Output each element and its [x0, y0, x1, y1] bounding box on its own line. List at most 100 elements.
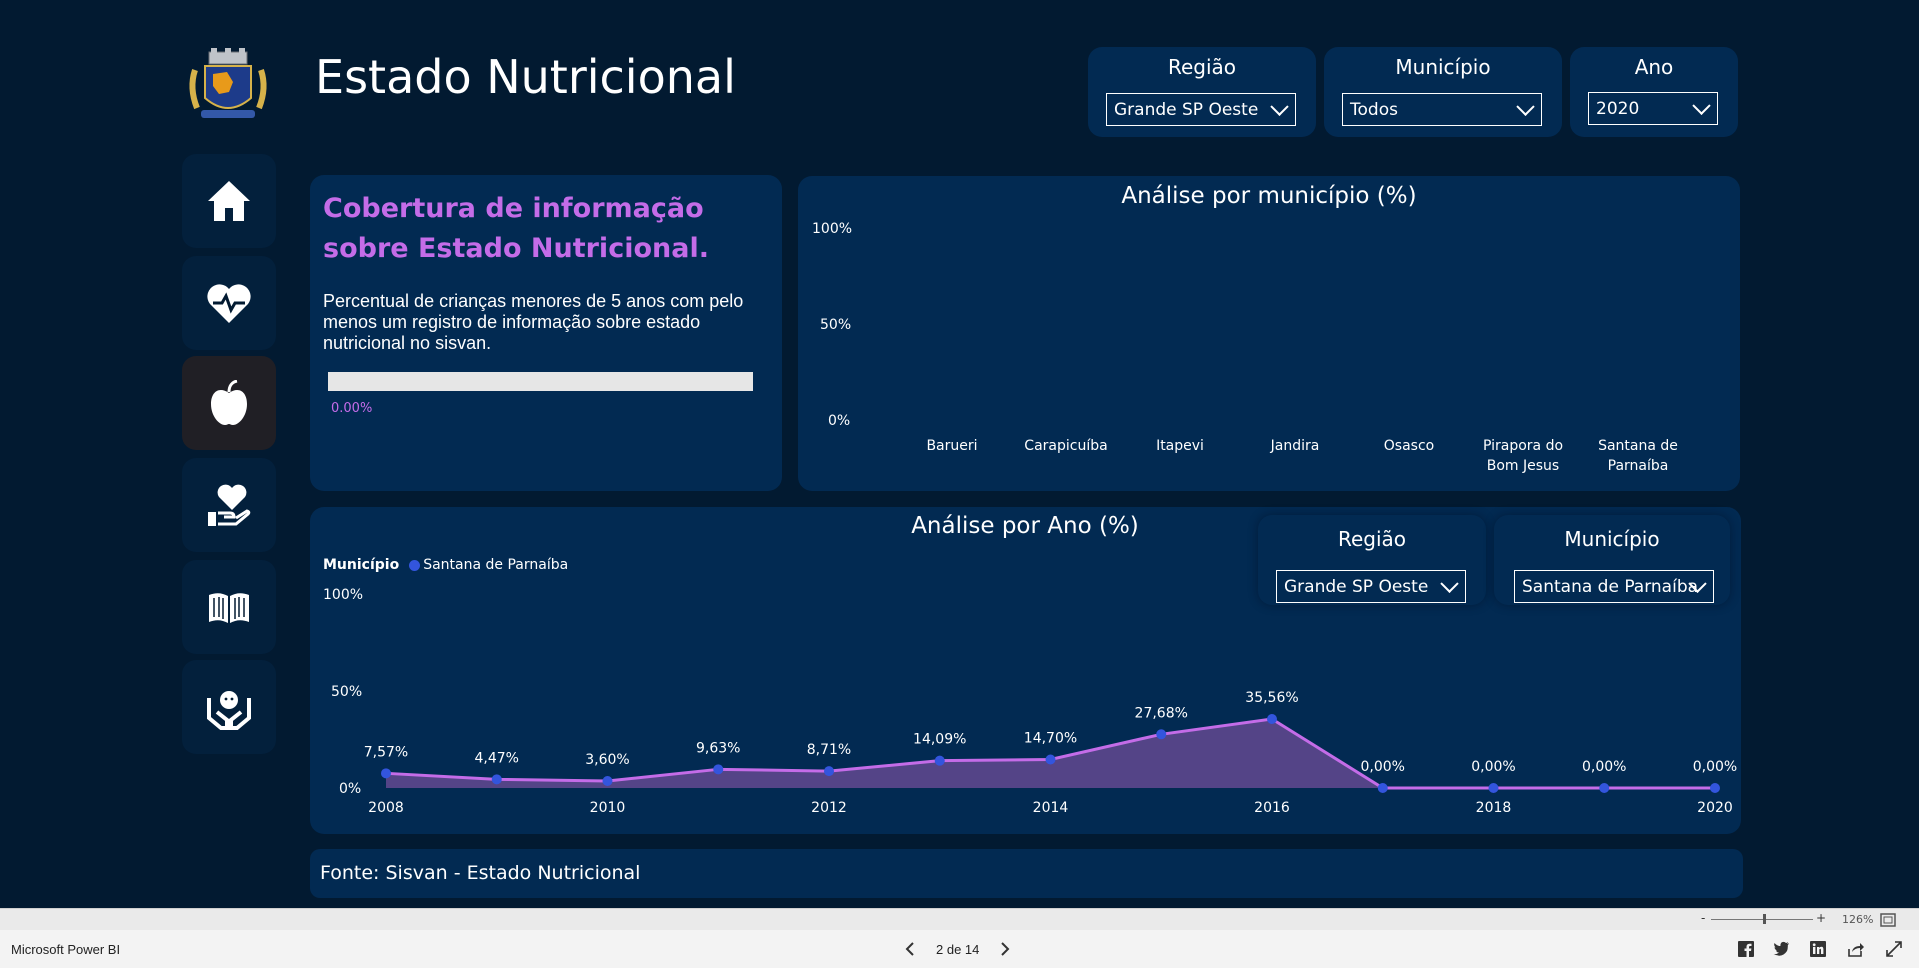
x-tick: 2018 — [1476, 800, 1512, 816]
x-category: Carapicuíba — [1024, 438, 1108, 454]
footer-bar: Microsoft Power BI 2 de 14 — [0, 930, 1919, 968]
x-category: Barueri — [926, 438, 978, 454]
share-icon[interactable] — [1847, 941, 1865, 957]
nav-saude[interactable] — [182, 256, 276, 350]
nav-nutricao[interactable] — [182, 356, 276, 450]
municipio-dropdown[interactable]: Todos — [1342, 93, 1542, 126]
data-label: 0,00% — [1471, 759, 1515, 775]
home-icon — [208, 181, 250, 221]
data-point — [1710, 783, 1720, 793]
x-category: Osasco — [1383, 438, 1435, 454]
data-point — [713, 764, 724, 775]
data-label: 4,47% — [475, 750, 519, 766]
nav-cuidado[interactable] — [182, 458, 276, 552]
status-bar: - + 126% — [0, 908, 1919, 931]
hand-heart-icon — [208, 484, 251, 526]
y-tick: 0% — [828, 413, 851, 429]
coverage-title-2: sobre Estado Nutricional. — [323, 233, 709, 264]
nav-home[interactable] — [182, 154, 276, 248]
zoom-in-button[interactable]: + — [1816, 911, 1826, 925]
regiao-dropdown-value: Grande SP Oeste — [1114, 99, 1259, 120]
apple-icon — [211, 380, 247, 425]
zoom-slider[interactable] — [1711, 914, 1813, 924]
y-tick: 0% — [339, 781, 361, 797]
data-label: 7,57% — [364, 744, 408, 760]
data-point — [824, 766, 834, 777]
coverage-progress-bar — [328, 372, 753, 391]
page-indicator: 2 de 14 — [936, 942, 980, 957]
zoom-slider-handle[interactable] — [1763, 914, 1766, 924]
data-label: 9,63% — [696, 740, 740, 756]
municipio-chart-title: Análise por município (%) — [1121, 183, 1417, 209]
x-tick: 2016 — [1254, 800, 1290, 816]
coverage-title-1: Cobertura de informação — [323, 193, 704, 224]
data-label: 0,00% — [1582, 759, 1626, 775]
heart-pulse-icon — [207, 284, 251, 323]
municipio-chart-card: Análise por município (%) 100% 50% 0% Ba… — [798, 176, 1740, 491]
city-logo — [183, 48, 273, 128]
ano-chart-card: Análise por Ano (%) Município Santana de… — [310, 507, 1741, 834]
y-tick: 50% — [331, 684, 362, 700]
y-tick: 50% — [820, 317, 852, 333]
data-point — [1377, 783, 1388, 793]
data-label: 3,60% — [585, 752, 629, 768]
filter-ano-label: Ano — [1634, 55, 1674, 79]
filter-regiao: Região Grande SP Oeste — [1088, 47, 1316, 137]
zoom-out-button[interactable]: - — [1701, 911, 1705, 925]
data-point — [1267, 714, 1277, 725]
zoom-level: 126% — [1842, 913, 1874, 926]
book-icon — [209, 593, 249, 623]
x-category: Pirapora do Bom Jesus — [1482, 438, 1564, 474]
prev-page-icon[interactable] — [904, 941, 916, 957]
data-label: 14,09% — [913, 732, 966, 748]
data-label: 14,70% — [1024, 730, 1077, 746]
source-text: Fonte: Sisvan - Estado Nutricional — [320, 862, 641, 884]
ano-line-chart: 100% 50% 0% 7,57% 4,47% 3,60% 9,63% 8,71% 14,09%… — [323, 587, 1737, 816]
source-card: Fonte: Sisvan - Estado Nutricional — [310, 849, 1743, 898]
x-tick: 2014 — [1033, 800, 1069, 816]
data-point — [1599, 783, 1610, 793]
coverage-card: Cobertura de informação sobre Estado Nut… — [310, 175, 782, 491]
facebook-icon[interactable] — [1738, 941, 1754, 957]
next-page-icon[interactable] — [999, 941, 1011, 957]
nav-infancia[interactable] — [182, 660, 276, 754]
x-tick: 2012 — [811, 800, 847, 816]
app-name: Microsoft Power BI — [11, 942, 121, 957]
chevron-down-icon — [1692, 96, 1711, 115]
ano-dropdown-value: 2020 — [1596, 98, 1640, 119]
data-point — [491, 774, 502, 785]
coverage-description: Percentual de crianças menores de 5 anos… — [323, 291, 744, 353]
data-label: 27,68% — [1135, 705, 1188, 721]
twitter-icon[interactable] — [1773, 941, 1790, 956]
data-label: 35,56% — [1245, 690, 1298, 706]
data-label: 0,00% — [1693, 759, 1737, 775]
data-point — [934, 755, 945, 766]
coverage-value: 0.00% — [331, 401, 373, 416]
x-tick: 2010 — [590, 800, 626, 816]
filter-regiao-label: Região — [1167, 55, 1237, 79]
data-point — [381, 768, 391, 779]
page-title: Estado Nutricional — [315, 50, 736, 104]
data-point — [1156, 729, 1167, 740]
x-category: Itapevi — [1156, 438, 1204, 454]
x-tick: 2008 — [368, 800, 404, 816]
data-point — [602, 776, 613, 787]
filter-municipio-label: Município — [1395, 55, 1491, 79]
nav-educacao[interactable] — [182, 560, 276, 654]
municipio-dropdown-value: Todos — [1350, 99, 1398, 120]
x-category: Jandira — [1270, 438, 1320, 454]
filter-ano: Ano 2020 — [1570, 47, 1738, 137]
data-label: 8,71% — [807, 742, 851, 758]
filter-municipio: Município Todos — [1324, 47, 1562, 137]
linkedin-icon[interactable] — [1810, 941, 1826, 957]
y-tick: 100% — [812, 221, 853, 237]
fit-page-icon[interactable] — [1880, 913, 1896, 927]
regiao-dropdown[interactable]: Grande SP Oeste — [1106, 93, 1296, 126]
y-tick: 100% — [323, 587, 363, 603]
ano-dropdown[interactable]: 2020 — [1588, 92, 1718, 125]
hands-baby-icon — [207, 691, 251, 730]
chevron-down-icon — [1516, 97, 1535, 116]
data-label: 0,00% — [1361, 759, 1405, 775]
fullscreen-icon[interactable] — [1886, 941, 1902, 957]
data-point — [1045, 754, 1056, 765]
